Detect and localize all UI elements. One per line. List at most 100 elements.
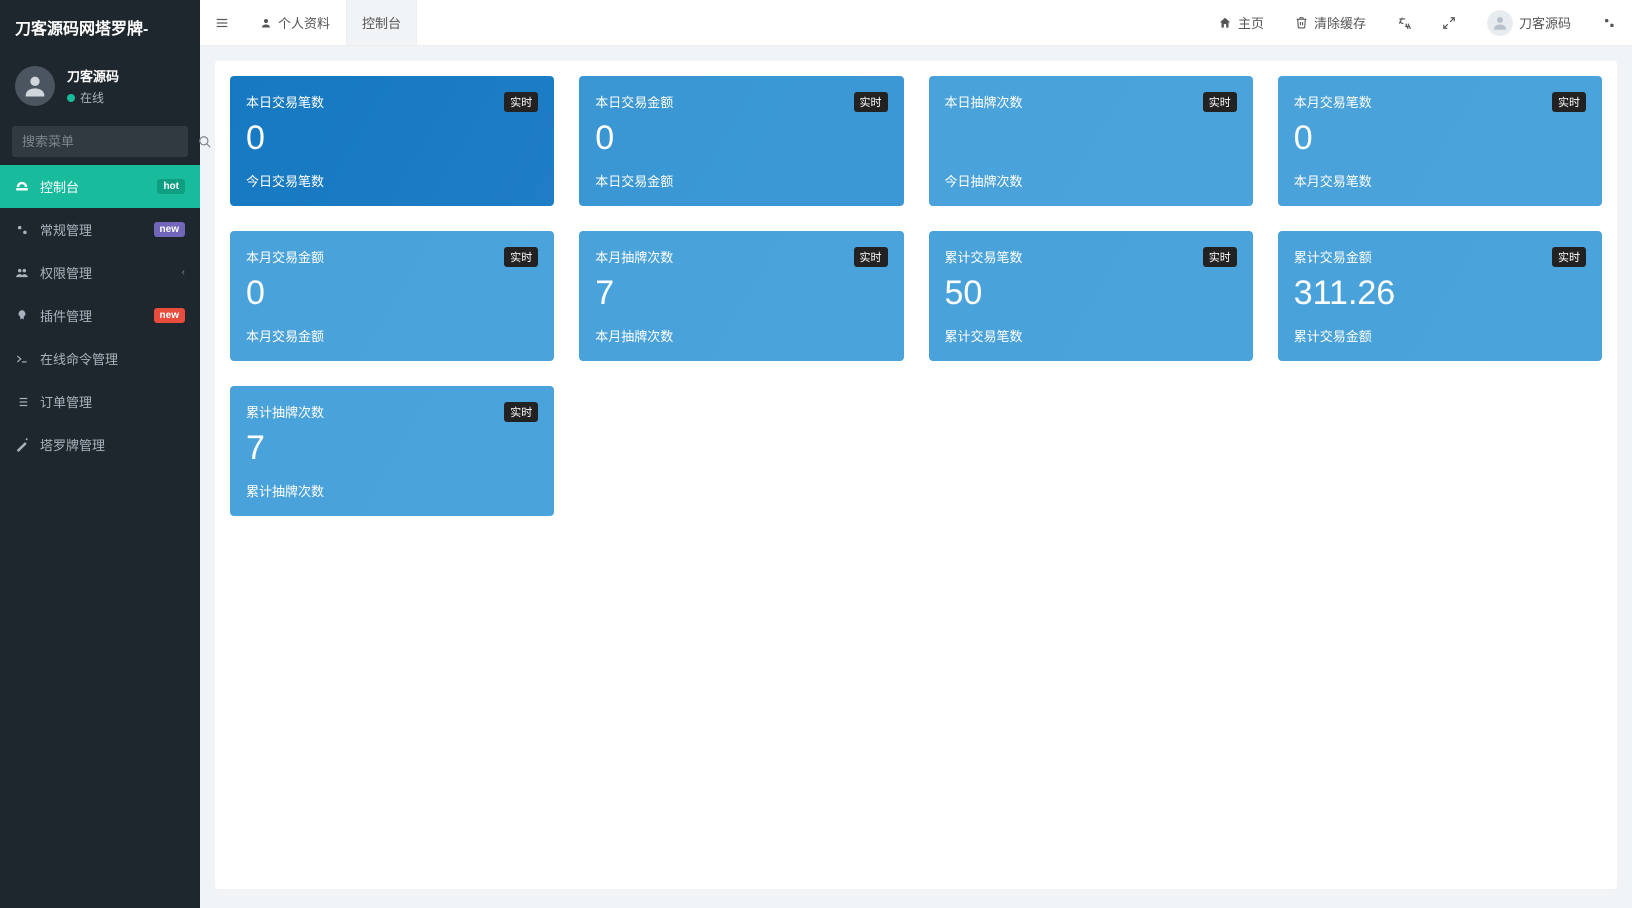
bars-icon xyxy=(215,16,229,30)
cogs-icon xyxy=(1602,16,1616,30)
rocket-icon xyxy=(15,309,30,323)
stat-value: 7 xyxy=(595,273,887,314)
stat-title: 本月交易笔数 xyxy=(1294,92,1372,111)
realtime-badge: 实时 xyxy=(854,92,888,112)
stat-card[interactable]: 本日抽牌次数 实时今日抽牌次数 xyxy=(929,76,1253,206)
sidebar-item-order[interactable]: 订单管理 xyxy=(0,380,200,423)
dashboard-icon xyxy=(15,180,30,194)
stat-title: 累计交易笔数 xyxy=(945,247,1023,266)
stats-grid: 本日交易笔数实时0今日交易笔数本日交易金额实时0本日交易金额本日抽牌次数实时今日… xyxy=(230,76,1602,516)
realtime-badge: 实时 xyxy=(1203,92,1237,112)
avatar xyxy=(1487,10,1513,36)
stat-value: 311.26 xyxy=(1294,273,1586,314)
realtime-badge: 实时 xyxy=(504,247,538,267)
user-icon xyxy=(260,17,272,29)
sidebar-item-label: 订单管理 xyxy=(40,392,185,411)
stat-value: 7 xyxy=(246,428,538,469)
status-text: 在线 xyxy=(80,89,104,106)
stat-title: 本月交易金额 xyxy=(246,247,324,266)
stat-value: 50 xyxy=(945,273,1237,314)
stat-subtitle: 累计抽牌次数 xyxy=(246,471,538,500)
sidebar-item-tarot[interactable]: 塔罗牌管理 xyxy=(0,423,200,466)
sidebar-item-permission[interactable]: 权限管理 ‹ xyxy=(0,251,200,294)
sidebar-item-label: 插件管理 xyxy=(40,306,144,325)
sidebar-user-panel: 刀客源码 在线 xyxy=(0,54,200,118)
sidebar-item-label: 常规管理 xyxy=(40,220,144,239)
stat-title: 本日交易笔数 xyxy=(246,92,324,111)
user-menu[interactable]: 刀客源码 xyxy=(1472,0,1587,45)
stat-card[interactable]: 累计交易金额实时311.26累计交易金额 xyxy=(1278,231,1602,361)
status-dot-icon xyxy=(67,94,75,102)
sidebar-item-dashboard[interactable]: 控制台 hot xyxy=(0,165,200,208)
sidebar-item-plugin[interactable]: 插件管理 new xyxy=(0,294,200,337)
stat-subtitle: 今日抽牌次数 xyxy=(945,161,1237,190)
terminal-icon xyxy=(15,352,30,366)
home-button[interactable]: 主页 xyxy=(1203,0,1280,45)
stat-title: 本日交易金额 xyxy=(595,92,673,111)
menu-toggle-button[interactable] xyxy=(200,0,245,45)
top-header: 个人资料 控制台 主页 清除缓存 刀客源码 xyxy=(200,0,1632,46)
user-icon xyxy=(21,72,49,100)
stat-card[interactable]: 累计交易笔数实时50累计交易笔数 xyxy=(929,231,1253,361)
language-button[interactable] xyxy=(1382,0,1427,45)
stat-title: 本月抽牌次数 xyxy=(595,247,673,266)
stat-card[interactable]: 本月抽牌次数实时7本月抽牌次数 xyxy=(579,231,903,361)
language-icon xyxy=(1397,16,1411,30)
stat-value: 0 xyxy=(595,118,887,159)
fullscreen-button[interactable] xyxy=(1427,0,1472,45)
stat-title: 累计交易金额 xyxy=(1294,247,1372,266)
list-icon xyxy=(15,395,30,409)
stat-value: 0 xyxy=(246,118,538,159)
sidebar-item-general[interactable]: 常规管理 new xyxy=(0,208,200,251)
realtime-badge: 实时 xyxy=(1203,247,1237,267)
clear-cache-button[interactable]: 清除缓存 xyxy=(1280,0,1382,45)
stat-card[interactable]: 本月交易金额实时0本月交易金额 xyxy=(230,231,554,361)
clear-cache-label: 清除缓存 xyxy=(1314,13,1366,32)
stat-card[interactable]: 累计抽牌次数实时7累计抽牌次数 xyxy=(230,386,554,516)
stat-title: 本日抽牌次数 xyxy=(945,92,1023,111)
avatar xyxy=(15,66,55,106)
stat-value: 0 xyxy=(1294,118,1586,159)
sidebar-item-label: 权限管理 xyxy=(40,263,172,282)
user-name: 刀客源码 xyxy=(67,66,119,85)
tab-profile[interactable]: 个人资料 xyxy=(245,0,346,45)
stat-card[interactable]: 本月交易笔数实时0本月交易笔数 xyxy=(1278,76,1602,206)
stat-title: 累计抽牌次数 xyxy=(246,402,324,421)
realtime-badge: 实时 xyxy=(1552,247,1586,267)
home-icon xyxy=(1218,16,1232,30)
stat-value: 0 xyxy=(246,273,538,314)
magic-icon xyxy=(15,438,30,452)
sidebar-item-label: 在线命令管理 xyxy=(40,349,185,368)
badge-hot: hot xyxy=(157,179,185,194)
sidebar-menu: 控制台 hot 常规管理 new 权限管理 ‹ 插件管理 new 在线命令管理 … xyxy=(0,165,200,466)
expand-icon xyxy=(1442,16,1456,30)
tab-dashboard[interactable]: 控制台 xyxy=(346,0,417,45)
sidebar-item-label: 控制台 xyxy=(40,177,147,196)
tab-label: 控制台 xyxy=(362,13,401,32)
sidebar-search xyxy=(0,118,200,165)
trash-icon xyxy=(1295,16,1308,29)
stat-subtitle: 累计交易笔数 xyxy=(945,316,1237,345)
search-input[interactable] xyxy=(22,134,198,149)
realtime-badge: 实时 xyxy=(504,402,538,422)
stat-card[interactable]: 本日交易金额实时0本日交易金额 xyxy=(579,76,903,206)
home-label: 主页 xyxy=(1238,13,1264,32)
stat-subtitle: 本月抽牌次数 xyxy=(595,316,887,345)
sidebar-item-label: 塔罗牌管理 xyxy=(40,435,185,454)
stat-subtitle: 本月交易金额 xyxy=(246,316,538,345)
chevron-left-icon: ‹ xyxy=(182,267,185,278)
search-icon[interactable] xyxy=(198,135,212,149)
username-label: 刀客源码 xyxy=(1519,13,1571,32)
settings-button[interactable] xyxy=(1587,0,1632,45)
brand-title: 刀客源码网塔罗牌- xyxy=(0,0,200,54)
realtime-badge: 实时 xyxy=(854,247,888,267)
user-status: 在线 xyxy=(67,89,119,106)
stat-card[interactable]: 本日交易笔数 实时 0今日交易笔数 xyxy=(230,76,554,206)
cogs-icon xyxy=(15,223,30,237)
sidebar-item-command[interactable]: 在线命令管理 xyxy=(0,337,200,380)
stat-subtitle: 今日交易笔数 xyxy=(246,161,538,190)
stat-subtitle: 累计交易金额 xyxy=(1294,316,1586,345)
realtime-badge: 实时 xyxy=(504,92,538,112)
realtime-badge: 实时 xyxy=(1552,92,1586,112)
stat-subtitle: 本日交易金额 xyxy=(595,161,887,190)
